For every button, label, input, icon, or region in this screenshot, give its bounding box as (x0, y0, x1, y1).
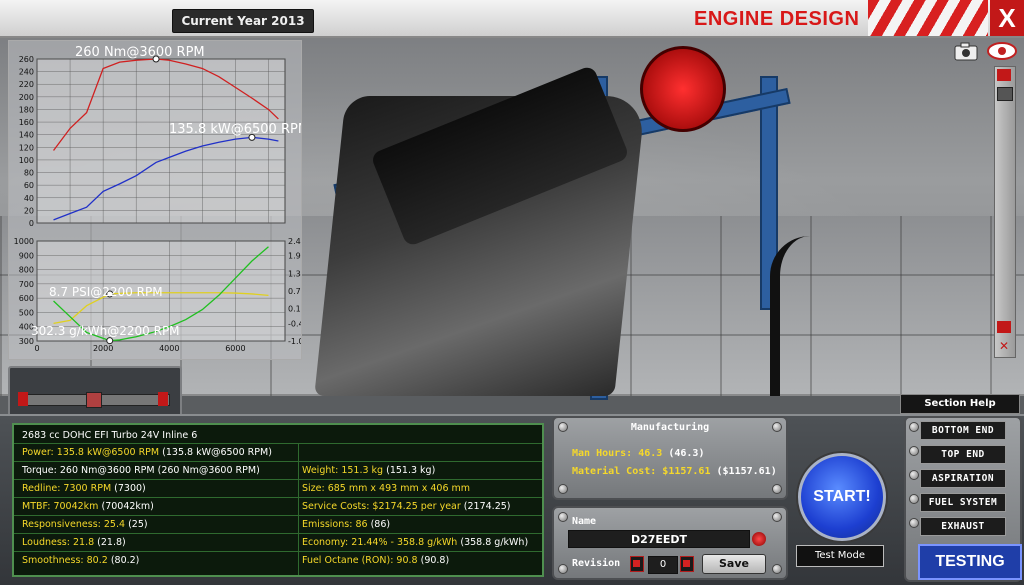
stat-torque: Torque: 260 Nm@3600 RPM (260 Nm@3600 RPM… (22, 465, 260, 476)
y-tick-label: 40 (24, 194, 34, 203)
y-left-tick-label: 800 (19, 266, 34, 275)
stat-smoothness: Smoothness: 80.2 (80.2) (22, 555, 140, 566)
stat-loudness: Loudness: 21.8 (21.8) (22, 537, 126, 548)
y-left-tick-label: 600 (19, 294, 34, 303)
torque-annotation: 260 Nm@3600 RPM (75, 45, 205, 60)
y-left-tick-label: 900 (19, 251, 34, 260)
x-tick-label: 4000 (159, 344, 179, 353)
scroll-up-icon[interactable] (997, 69, 1011, 81)
revision-value: 0 (648, 556, 678, 574)
section-help-button[interactable]: Section Help (900, 394, 1020, 414)
eye-icon[interactable] (986, 40, 1018, 62)
y-tick-label: 180 (19, 105, 34, 114)
slider-right-icon[interactable] (158, 392, 168, 406)
y-tick-label: 140 (19, 131, 34, 140)
section-aspiration-button[interactable]: ASPIRATION (920, 469, 1006, 488)
slider-left-icon[interactable] (18, 392, 28, 406)
section-fuel-system-button[interactable]: FUEL SYSTEM (920, 493, 1006, 512)
section-top-end-button[interactable]: TOP END (920, 445, 1006, 464)
naming-panel: Name Revision 0 Save (552, 506, 788, 580)
man-hours: Man Hours: 46.3 (46.3) (572, 448, 705, 459)
power-annotation: 135.8 kW@6500 RPM (169, 122, 301, 137)
y-tick-label: 0 (29, 219, 34, 228)
y-tick-label: 60 (24, 181, 34, 190)
y-left-tick-label: 500 (19, 308, 34, 317)
x-tick-label: 6000 (225, 344, 245, 353)
current-year-label: Current Year 2013 (172, 9, 314, 33)
stat-weight: Weight: 151.3 kg (151.3 kg) (302, 465, 436, 476)
stat-redline: Redline: 7300 RPM (7300) (22, 483, 146, 494)
rpm-slider-handle[interactable] (86, 392, 102, 408)
close-button[interactable]: X (990, 0, 1024, 36)
start-button[interactable]: START! (798, 453, 886, 541)
x-tick-label: 0 (34, 344, 39, 353)
y-tick-label: 20 (24, 206, 34, 215)
y-tick-label: 260 (19, 55, 34, 64)
header-stripes (868, 0, 988, 36)
stat-power: Power: 135.8 kW@6500 RPM (135.8 kW@6500 … (22, 447, 272, 458)
scroll-down-icon[interactable] (997, 321, 1011, 333)
boost-annotation: 8.7 PSI@2200 RPM (49, 285, 163, 299)
rpm-slider-panel (8, 366, 182, 418)
economy-annotation: 302.3 g/kWh@2200 RPM (31, 324, 180, 338)
name-label: Name (572, 516, 597, 527)
record-icon[interactable] (752, 532, 766, 546)
y-right-tick-label: 1.3 (288, 269, 301, 278)
y-tick-label: 200 (19, 93, 34, 102)
y-tick-label: 220 (19, 80, 34, 89)
material-cost: Material Cost: $1157.61 ($1157.61) (572, 466, 777, 477)
revision-label: Revision (572, 558, 621, 569)
dyno-coupling (640, 46, 726, 132)
manufacturing-title: Manufacturing (630, 422, 710, 433)
reset-view-icon[interactable]: ✕ (995, 339, 1013, 353)
stat-fuel-octane: Fuel Octane (RON): 90.8 (90.8) (302, 555, 450, 566)
x-tick-label: 2000 (93, 344, 113, 353)
stat-economy: Economy: 21.44% - 358.8 g/kWh (358.8 g/k… (302, 537, 529, 548)
y-tick-label: 120 (19, 143, 34, 152)
stat-service-costs: Service Costs: $2174.25 per year (2174.2… (302, 501, 511, 512)
section-exhaust-button[interactable]: EXHAUST (920, 517, 1006, 536)
stat-responsiveness: Responsiveness: 25.4 (25) (22, 519, 148, 530)
y-tick-label: 240 (19, 68, 34, 77)
y-right-tick-label: 0.1 (288, 305, 301, 314)
y-right-tick-label: -1.0 (288, 337, 301, 346)
save-button[interactable]: Save (702, 554, 766, 574)
test-mode-button[interactable]: Test Mode (796, 545, 884, 567)
revision-decrease-button[interactable] (630, 556, 644, 572)
y-left-tick-label: 1000 (14, 237, 34, 246)
testing-button[interactable]: TESTING (918, 544, 1022, 580)
camera-icon[interactable] (952, 40, 980, 62)
upper-chart-area (36, 58, 286, 224)
y-right-tick-label: 2.4 (288, 237, 301, 246)
economy-marker (106, 337, 114, 345)
y-tick-label: 100 (19, 156, 34, 165)
engine-description: 2683 cc DOHC EFI Turbo 24V Inline 6 (22, 430, 198, 441)
dyno-cable (770, 236, 880, 396)
y-tick-label: 160 (19, 118, 34, 127)
y-right-tick-label: 1.9 (288, 252, 301, 261)
stat-size: Size: 685 mm x 493 mm x 406 mm (302, 483, 471, 494)
y-right-tick-label: -0.4 (288, 319, 301, 328)
engine-graph: 0 20 40 60 80 100 120 140 160 180 200 220 240 260 260 … (14, 45, 309, 353)
revision-increase-button[interactable] (680, 556, 694, 572)
manufacturing-panel: Manufacturing Man Hours: 46.3 (46.3) Mat… (552, 416, 788, 500)
y-right-tick-label: 0.7 (288, 287, 301, 296)
engine-graph-panel: 0 20 40 60 80 100 120 140 160 180 200 220 240 260 260 … (8, 40, 309, 360)
scroll-thumb[interactable] (997, 87, 1013, 101)
engine-name-input[interactable] (568, 530, 750, 548)
top-bar: Current Year 2013 ENGINE DESIGN X (0, 0, 1024, 38)
engine-stats-panel: 2683 cc DOHC EFI Turbo 24V Inline 6 Powe… (12, 423, 544, 577)
page-title: ENGINE DESIGN (694, 8, 860, 30)
y-left-tick-label: 300 (19, 337, 34, 346)
y-left-tick-label: 700 (19, 280, 34, 289)
y-tick-label: 80 (24, 169, 34, 178)
stat-emissions: Emissions: 86 (86) (302, 519, 391, 530)
stat-mtbf: MTBF: 70042km (70042km) (22, 501, 154, 512)
section-bottom-end-button[interactable]: BOTTOM END (920, 421, 1006, 440)
view-scrollbar[interactable]: ✕ (994, 66, 1016, 358)
